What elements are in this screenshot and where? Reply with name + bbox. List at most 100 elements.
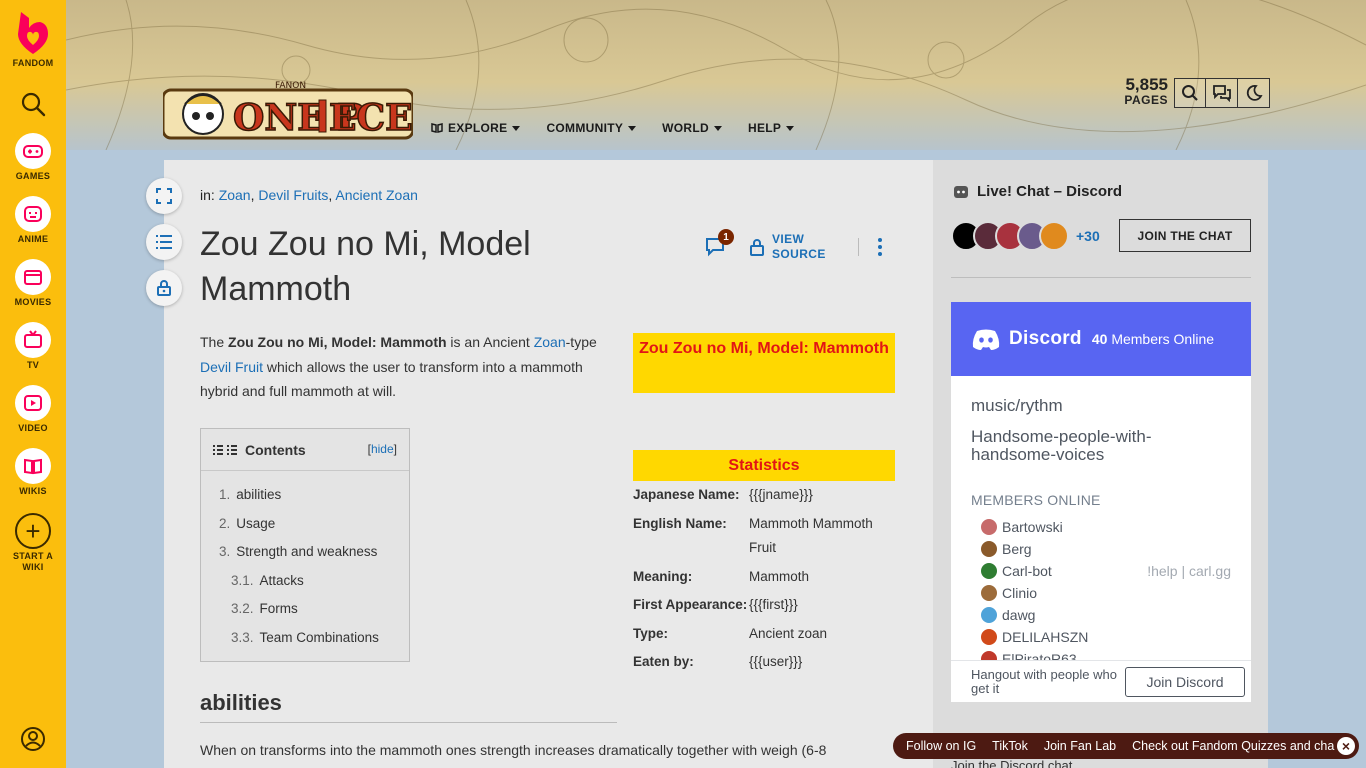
toc-label: Strength and weakness [236,544,378,559]
clapperboard-icon [24,270,42,285]
discord-tagline: Hangout with people who get it [971,666,1117,696]
nav-community-label: COMMUNITY [546,121,624,135]
fandom-logo[interactable]: FANDOM [13,8,54,69]
join-discord-button[interactable]: Join Discord [1125,667,1245,697]
categories-prefix: in: [200,187,215,203]
toc-hide-link[interactable]: hide [371,442,394,456]
fandom-global-nav: FANDOM GAMES ANIME MOVIES TV VIDEO WIKIS… [0,0,66,768]
toc-label: abilities [236,487,282,502]
start-a-wiki[interactable]: + START A WIKI [8,513,58,573]
nav-explore[interactable]: EXPLORE [431,121,521,135]
view-source-label: VIEW SOURCE [772,232,826,261]
categories-bar: in: Zoan, Devil Fruits, Ancient Zoan [200,187,418,203]
toc-label: Attacks [259,572,304,588]
discord-channel[interactable]: Handsome-people-with-handsome-voices [971,428,1231,464]
online-count: 40 [1091,331,1108,347]
chat-avatars [951,221,1069,251]
protection-button[interactable] [146,270,182,306]
nav-world[interactable]: WORLD [662,121,722,135]
discord-channel[interactable]: music/rythm [971,396,1231,416]
quizzes-link[interactable]: Check out Fandom Quizzes and cha [1132,739,1334,753]
svg-text:ECE: ECE [329,97,413,139]
gnav-tv[interactable]: TV [15,322,51,371]
nav-community[interactable]: COMMUNITY [546,121,637,135]
divider [951,277,1251,278]
view-source-button[interactable]: VIEW SOURCE [750,232,828,262]
wiki-search-button[interactable] [1174,78,1206,108]
discord-footer: Hangout with people who get it Join Disc… [951,660,1251,702]
intro-text: The [200,334,229,350]
toc-item[interactable]: 3.3. Team Combinations [201,624,409,653]
discord-body: music/rythm Handsome-people-with-handsom… [951,376,1251,670]
zoan-link[interactable]: Zoan [534,334,566,350]
nav-help[interactable]: HELP [747,121,795,135]
explore-icon [431,123,443,133]
discussions-button[interactable] [1206,78,1238,108]
devil-fruit-link[interactable]: Devil Fruit [200,359,263,375]
toc-item[interactable]: 3. Strength and weakness [201,538,409,567]
member-name: Berg [1002,541,1032,557]
infobox-row: First Appearance: {{{first}}} [633,593,895,618]
more-users-count: +30 [1076,228,1100,244]
infobox: Zou Zou no Mi, Model: Mammoth Statistics… [633,333,895,679]
toc-button[interactable] [146,224,182,260]
gnav-movies[interactable]: MOVIES [15,259,52,308]
tiktok-link[interactable]: TikTok [992,739,1028,753]
toc-label: Forms [259,601,298,616]
more-actions-icon[interactable] [877,238,883,256]
discussions-icon [1212,85,1231,102]
gnav-anime[interactable]: ANIME [15,196,51,245]
user-avatar-icon[interactable] [20,726,46,752]
gnav-wikis[interactable]: WIKIS [15,448,51,497]
list-icon [156,235,172,249]
header-actions [1174,78,1270,108]
discord-member[interactable]: Clinio [981,582,1231,604]
toc-item[interactable]: 3.1. Attacks [201,567,409,596]
gnav-wikis-label: WIKIS [19,486,47,496]
discord-member[interactable]: dawg [981,604,1231,626]
comments-button[interactable]: 1 [704,229,734,259]
category-link-devil-fruits[interactable]: Devil Fruits [258,187,328,203]
gnav-video[interactable]: VIDEO [15,385,51,434]
expand-button[interactable] [146,178,182,214]
gnav-games[interactable]: GAMES [15,133,51,182]
book-icon [24,458,42,475]
discord-online: 40 Members Online [1092,331,1214,347]
discord-member[interactable]: Carl-bot !help | carl.gg [981,560,1231,582]
wiki-header: ONE P ECE FANON EXPLORE COMMUNITY WORLD … [66,0,1366,150]
page-actions: 1 VIEW SOURCE [704,229,883,262]
toc-item[interactable]: 3.2. Forms [201,595,409,624]
toc-item[interactable]: 1. abilities [201,481,409,510]
discord-member[interactable]: DELILAHSZN [981,626,1231,648]
chevron-down-icon [512,125,521,131]
toc-num: 3.1. [231,572,254,588]
infobox-value: {{{user}}} [749,654,803,669]
expand-icon [156,188,172,204]
category-link-ancient-zoan[interactable]: Ancient Zoan [335,187,418,203]
fandom-brand-label: FANDOM [12,58,54,68]
nav-help-label: HELP [747,121,782,135]
fan-lab-link[interactable]: Join Fan Lab [1044,739,1116,753]
discord-member[interactable]: Berg [981,538,1231,560]
join-chat-button[interactable]: JOIN THE CHAT [1119,219,1251,252]
category-link-zoan[interactable]: Zoan [219,187,251,203]
infobox-key: Eaten by: [633,654,694,669]
infobox-value: Mammoth [749,568,810,584]
avatar [981,519,997,535]
close-icon[interactable]: × [1337,737,1355,755]
follow-ig-link[interactable]: Follow on IG [906,739,976,753]
infobox-row: Japanese Name: {{{jname}}} [633,483,895,508]
intro-text: -type [565,334,597,350]
start-a-wiki-label: START A WIKI [12,551,54,572]
member-name: Carl-bot [1002,563,1052,579]
search-icon[interactable] [18,89,48,119]
list-icon [213,444,237,455]
member-status: !help | carl.gg [1147,563,1231,579]
one-piece-logo[interactable]: ONE P ECE FANON [163,78,413,142]
chevron-down-icon [628,125,637,131]
discord-member[interactable]: Bartowski [981,516,1231,538]
tv-icon [24,330,42,348]
theme-toggle-button[interactable] [1238,78,1270,108]
chevron-down-icon [786,125,795,131]
toc-item[interactable]: 2. Usage [201,510,409,539]
